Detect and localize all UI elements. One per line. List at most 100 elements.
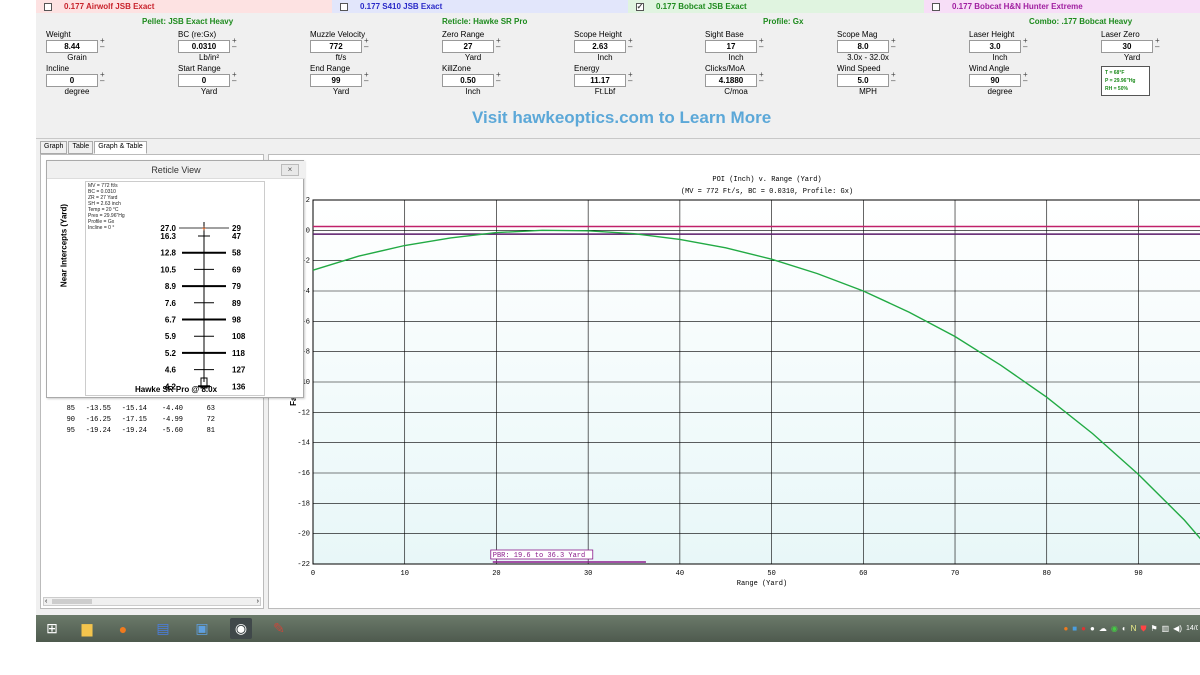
stepper-icon[interactable]: + – (364, 37, 369, 51)
file-explorer-icon[interactable]: ▆ (76, 618, 98, 639)
stepper-icon[interactable]: + – (232, 71, 237, 85)
combo-tab-airwolf[interactable]: 0.177 Airwolf JSB Exact (36, 0, 332, 13)
scroll-thumb[interactable] (52, 599, 92, 604)
stepper-icon[interactable]: + – (891, 71, 896, 85)
param-input[interactable]: 3.0 (969, 40, 1021, 53)
param-input[interactable]: 0 (46, 74, 98, 87)
param-input[interactable]: 2.63 (574, 40, 626, 53)
param-input[interactable]: 5.0 (837, 74, 889, 87)
combo-header[interactable]: Combo: .177 Bobcat Heavy (1029, 17, 1132, 26)
tray-app-icon[interactable]: ◐ (1122, 624, 1127, 633)
param-unit: MPH (859, 87, 877, 96)
windows-start-icon[interactable]: ⊞ (41, 618, 63, 639)
tray-app-icon[interactable]: N (1131, 624, 1137, 633)
chart-title: POI (Inch) v. Range (Yard) (712, 176, 821, 184)
near-intercept-label: 16.3 (160, 232, 176, 241)
param-input[interactable]: 8.44 (46, 40, 98, 53)
stepper-icon[interactable]: + – (1155, 37, 1160, 51)
x-tick-label: 90 (1134, 570, 1142, 578)
y-tick-label-left: -12 (297, 409, 310, 417)
param-label: Energy (574, 64, 600, 73)
clock[interactable]: 14/0 (1186, 625, 1198, 632)
paint-app-icon[interactable]: ✎ (268, 618, 290, 639)
param-unit: Inch (597, 53, 613, 62)
stepper-icon[interactable]: + – (628, 71, 633, 85)
stepper-icon[interactable]: + – (100, 37, 105, 51)
param-input[interactable]: 27 (442, 40, 494, 53)
param-input[interactable]: 0 (178, 74, 230, 87)
param-input[interactable]: 30 (1101, 40, 1153, 53)
param-input[interactable]: 11.17 (574, 74, 626, 87)
tab-table[interactable]: Table (68, 141, 94, 154)
param-input[interactable]: 8.0 (837, 40, 889, 53)
stepper-icon[interactable]: + – (496, 37, 501, 51)
param-label: Laser Height (969, 30, 1015, 39)
network-app-icon[interactable]: ▣ (191, 618, 213, 639)
param-input[interactable]: 4.1880 (705, 74, 757, 87)
ballistics-app-icon[interactable]: ◉ (230, 618, 252, 639)
tray-app-icon[interactable]: ☁ (1099, 624, 1107, 633)
tray-app-icon[interactable]: ● (1063, 624, 1068, 633)
param-input[interactable]: 772 (310, 40, 362, 53)
far-intercept-label: 108 (232, 332, 246, 341)
param-killzone: KillZone 0.50 + – Inch (442, 64, 572, 96)
combo-tab-bobcat-jsb[interactable]: ✓ 0.177 Bobcat JSB Exact (628, 0, 924, 13)
stepper-icon[interactable]: + – (364, 71, 369, 85)
profile-header[interactable]: Profile: Gx (763, 17, 803, 26)
x-tick-label: 20 (492, 570, 500, 578)
horizontal-scrollbar[interactable]: ‹ › (43, 597, 261, 606)
table-cell: -16.25 (85, 416, 111, 424)
tray-app-icon[interactable]: ◉ (1111, 624, 1118, 633)
param-input[interactable]: 17 (705, 40, 757, 53)
scroll-left-icon[interactable]: ‹ (45, 598, 47, 605)
x-tick-label: 80 (1043, 570, 1051, 578)
volume-icon[interactable]: ◀) (1173, 624, 1182, 633)
combo-checkbox[interactable] (340, 2, 348, 11)
param-label: Sight Base (705, 30, 744, 39)
flag-icon[interactable]: ⚑ (1150, 624, 1157, 633)
stepper-icon[interactable]: + – (759, 37, 764, 51)
tab-graph-and-table[interactable]: Graph & Table (94, 141, 147, 154)
tray-app-icon[interactable]: ● (1090, 624, 1095, 633)
near-intercept-label: 5.9 (165, 332, 177, 341)
param-label: KillZone (442, 64, 471, 73)
param-input[interactable]: 0.0310 (178, 40, 230, 53)
network-icon[interactable]: ▥ (1162, 624, 1170, 633)
stepper-icon[interactable]: + – (1023, 37, 1028, 51)
tray-app-icon[interactable]: ⛊ (1140, 624, 1146, 634)
pellet-header[interactable]: Pellet: JSB Exact Heavy (142, 17, 233, 26)
stepper-icon[interactable]: + – (496, 71, 501, 85)
combo-checkbox[interactable] (44, 2, 52, 11)
firefox-icon[interactable]: ● (112, 618, 134, 639)
tray-app-icon[interactable]: ■ (1072, 624, 1077, 633)
far-intercept-label: 79 (232, 282, 241, 291)
stepper-icon[interactable]: + – (891, 37, 896, 51)
word-icon[interactable]: ▤ (152, 618, 174, 639)
param-label: Laser Zero (1101, 30, 1140, 39)
ad-link[interactable]: Visit hawkeoptics.com to Learn More (472, 108, 771, 128)
param-label: Muzzle Velocity (310, 30, 366, 39)
combo-checkbox-checked[interactable]: ✓ (636, 2, 644, 11)
param-input[interactable]: 90 (969, 74, 1021, 87)
tray-app-icon[interactable]: ● (1081, 624, 1086, 633)
combo-tab-s410[interactable]: 0.177 S410 JSB Exact (332, 0, 628, 13)
combo-checkbox[interactable] (932, 2, 940, 11)
tab-graph[interactable]: Graph (40, 141, 68, 154)
table-row: 90 -16.25 -17.15 -4.99 72 (61, 415, 215, 426)
combo-label: 0.177 Bobcat JSB Exact (656, 2, 747, 11)
stepper-icon[interactable]: + – (100, 71, 105, 85)
param-input[interactable]: 99 (310, 74, 362, 87)
reticle-header[interactable]: Reticle: Hawke SR Pro (442, 17, 527, 26)
param-input[interactable]: 0.50 (442, 74, 494, 87)
stepper-icon[interactable]: + – (628, 37, 633, 51)
combo-tab-bobcat-hn[interactable]: 0.177 Bobcat H&N Hunter Extreme (924, 0, 1200, 13)
scroll-right-icon[interactable]: › (257, 598, 259, 605)
close-icon[interactable]: × (281, 164, 299, 176)
stepper-icon[interactable]: + – (759, 71, 764, 85)
stepper-icon[interactable]: + – (232, 37, 237, 51)
table-cell: -4.40 (161, 405, 183, 413)
param-start-range: Start Range 0 + – Yard (178, 64, 308, 96)
environment-box[interactable]: T = 68°F P = 29.96"Hg RH = 50% (1101, 66, 1150, 96)
reticle-view-window[interactable]: Reticle View × Near Intercepts (Yard) +2… (46, 160, 305, 398)
stepper-icon[interactable]: + – (1023, 71, 1028, 85)
